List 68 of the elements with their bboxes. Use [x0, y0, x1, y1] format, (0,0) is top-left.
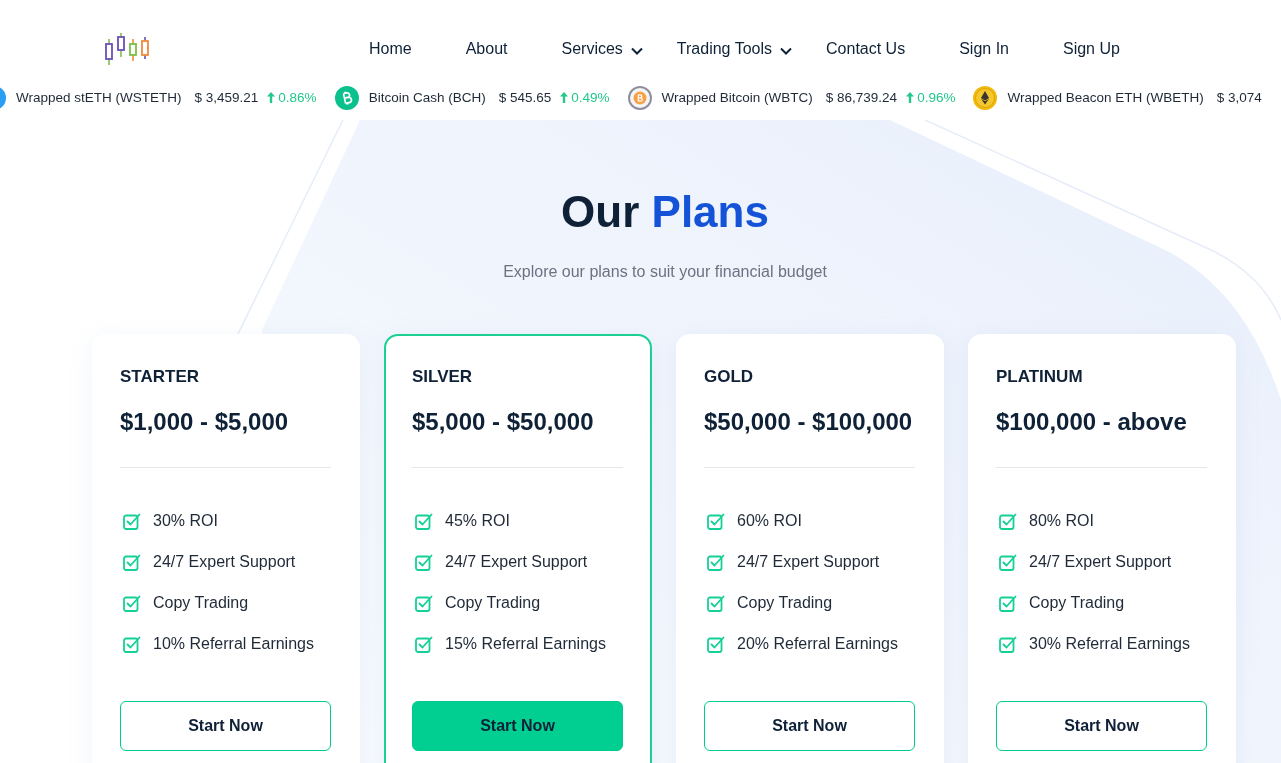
plan-feature: 80% ROI — [1029, 511, 1094, 530]
coin-icon — [334, 85, 359, 110]
checkbox-tick-icon — [999, 593, 1017, 612]
ticker-name: Bitcoin Cash (BCH) — [368, 90, 486, 105]
checkbox-tick-icon — [415, 634, 433, 653]
checkbox-tick-icon — [999, 634, 1017, 653]
checkbox-tick-icon — [999, 511, 1017, 530]
ticker-price: $ 86,739.24 — [825, 90, 898, 105]
start-now-button[interactable]: Start Now — [704, 701, 915, 751]
nav-link[interactable]: Trading Tools — [676, 38, 793, 59]
checkbox-tick-icon — [415, 552, 433, 571]
ticker-name: Wrapped Beacon ETH (WBETH) — [1007, 90, 1204, 105]
plan-feature: 10% Referral Earnings — [153, 634, 314, 653]
plan-feature: 24/7 Expert Support — [1029, 552, 1172, 571]
nav-link[interactable]: About — [465, 38, 508, 59]
ticker-name: Wrapped stETH (WSTETH) — [16, 90, 182, 105]
plan-price: $5,000 - $50,000 — [412, 407, 595, 437]
plan-feature: Copy Trading — [737, 593, 833, 612]
plan-name: SILVER — [412, 367, 474, 387]
ticker-name: Wrapped Bitcoin (WBTC) — [661, 90, 813, 105]
plan-name: STARTER — [120, 367, 200, 387]
checkbox-tick-icon — [707, 552, 725, 571]
plan-price: $50,000 - $100,000 — [704, 407, 914, 437]
plan-feature: 30% Referral Earnings — [1029, 634, 1190, 653]
start-now-button[interactable]: Start Now — [120, 701, 331, 751]
plan-name: GOLD — [704, 367, 755, 387]
checkbox-tick-icon — [707, 634, 725, 653]
plan-feature: 24/7 Expert Support — [737, 552, 880, 571]
plan-name: PLATINUM — [996, 367, 1084, 387]
ticker-change: 0.86% — [278, 90, 317, 105]
plan-price: $1,000 - $5,000 — [120, 407, 290, 437]
plan-feature: 45% ROI — [445, 511, 510, 530]
checkbox-tick-icon — [415, 511, 433, 530]
candlestick-logo-icon[interactable] — [104, 30, 152, 67]
checkbox-tick-icon — [123, 511, 141, 530]
checkbox-tick-icon — [123, 552, 141, 571]
plan-feature: Copy Trading — [1029, 593, 1125, 612]
coin-icon — [627, 85, 652, 110]
checkbox-tick-icon — [999, 552, 1017, 571]
ticker-price: $ 545.65 — [498, 90, 552, 105]
ticker-change: 0.49% — [571, 90, 610, 105]
nav-link[interactable]: Sign In — [959, 38, 1009, 59]
checkbox-tick-icon — [415, 593, 433, 612]
plan-feature: 24/7 Expert Support — [445, 552, 588, 571]
plan-feature: Copy Trading — [445, 593, 541, 612]
nav-link[interactable]: Contact Us — [826, 38, 906, 59]
checkbox-tick-icon — [707, 593, 725, 612]
checkbox-tick-icon — [123, 634, 141, 653]
checkbox-tick-icon — [123, 593, 141, 612]
coin-icon — [973, 85, 998, 110]
plan-feature: 20% Referral Earnings — [737, 634, 898, 653]
ticker-change: 0.96% — [917, 90, 956, 105]
start-now-button[interactable]: Start Now — [996, 701, 1207, 751]
plan-feature: 15% Referral Earnings — [445, 634, 606, 653]
plan-feature: 60% ROI — [737, 511, 802, 530]
section-subtitle: Explore our plans to suit your financial budget — [502, 262, 828, 282]
plan-price: $100,000 - above — [996, 407, 1188, 437]
section-title: Our Plans — [560, 186, 770, 238]
nav-link[interactable]: Sign Up — [1063, 38, 1120, 59]
ticker-price: $ 3,459.21 — [194, 90, 259, 105]
checkbox-tick-icon — [707, 511, 725, 530]
nav-link[interactable]: Services — [561, 38, 643, 59]
start-now-button[interactable]: Start Now — [412, 701, 623, 751]
plan-feature: 30% ROI — [153, 511, 218, 530]
ticker-price: $ 3,074 — [1216, 90, 1262, 105]
plan-feature: Copy Trading — [153, 593, 249, 612]
nav-link[interactable]: Home — [369, 38, 412, 59]
plan-feature: 24/7 Expert Support — [153, 552, 296, 571]
